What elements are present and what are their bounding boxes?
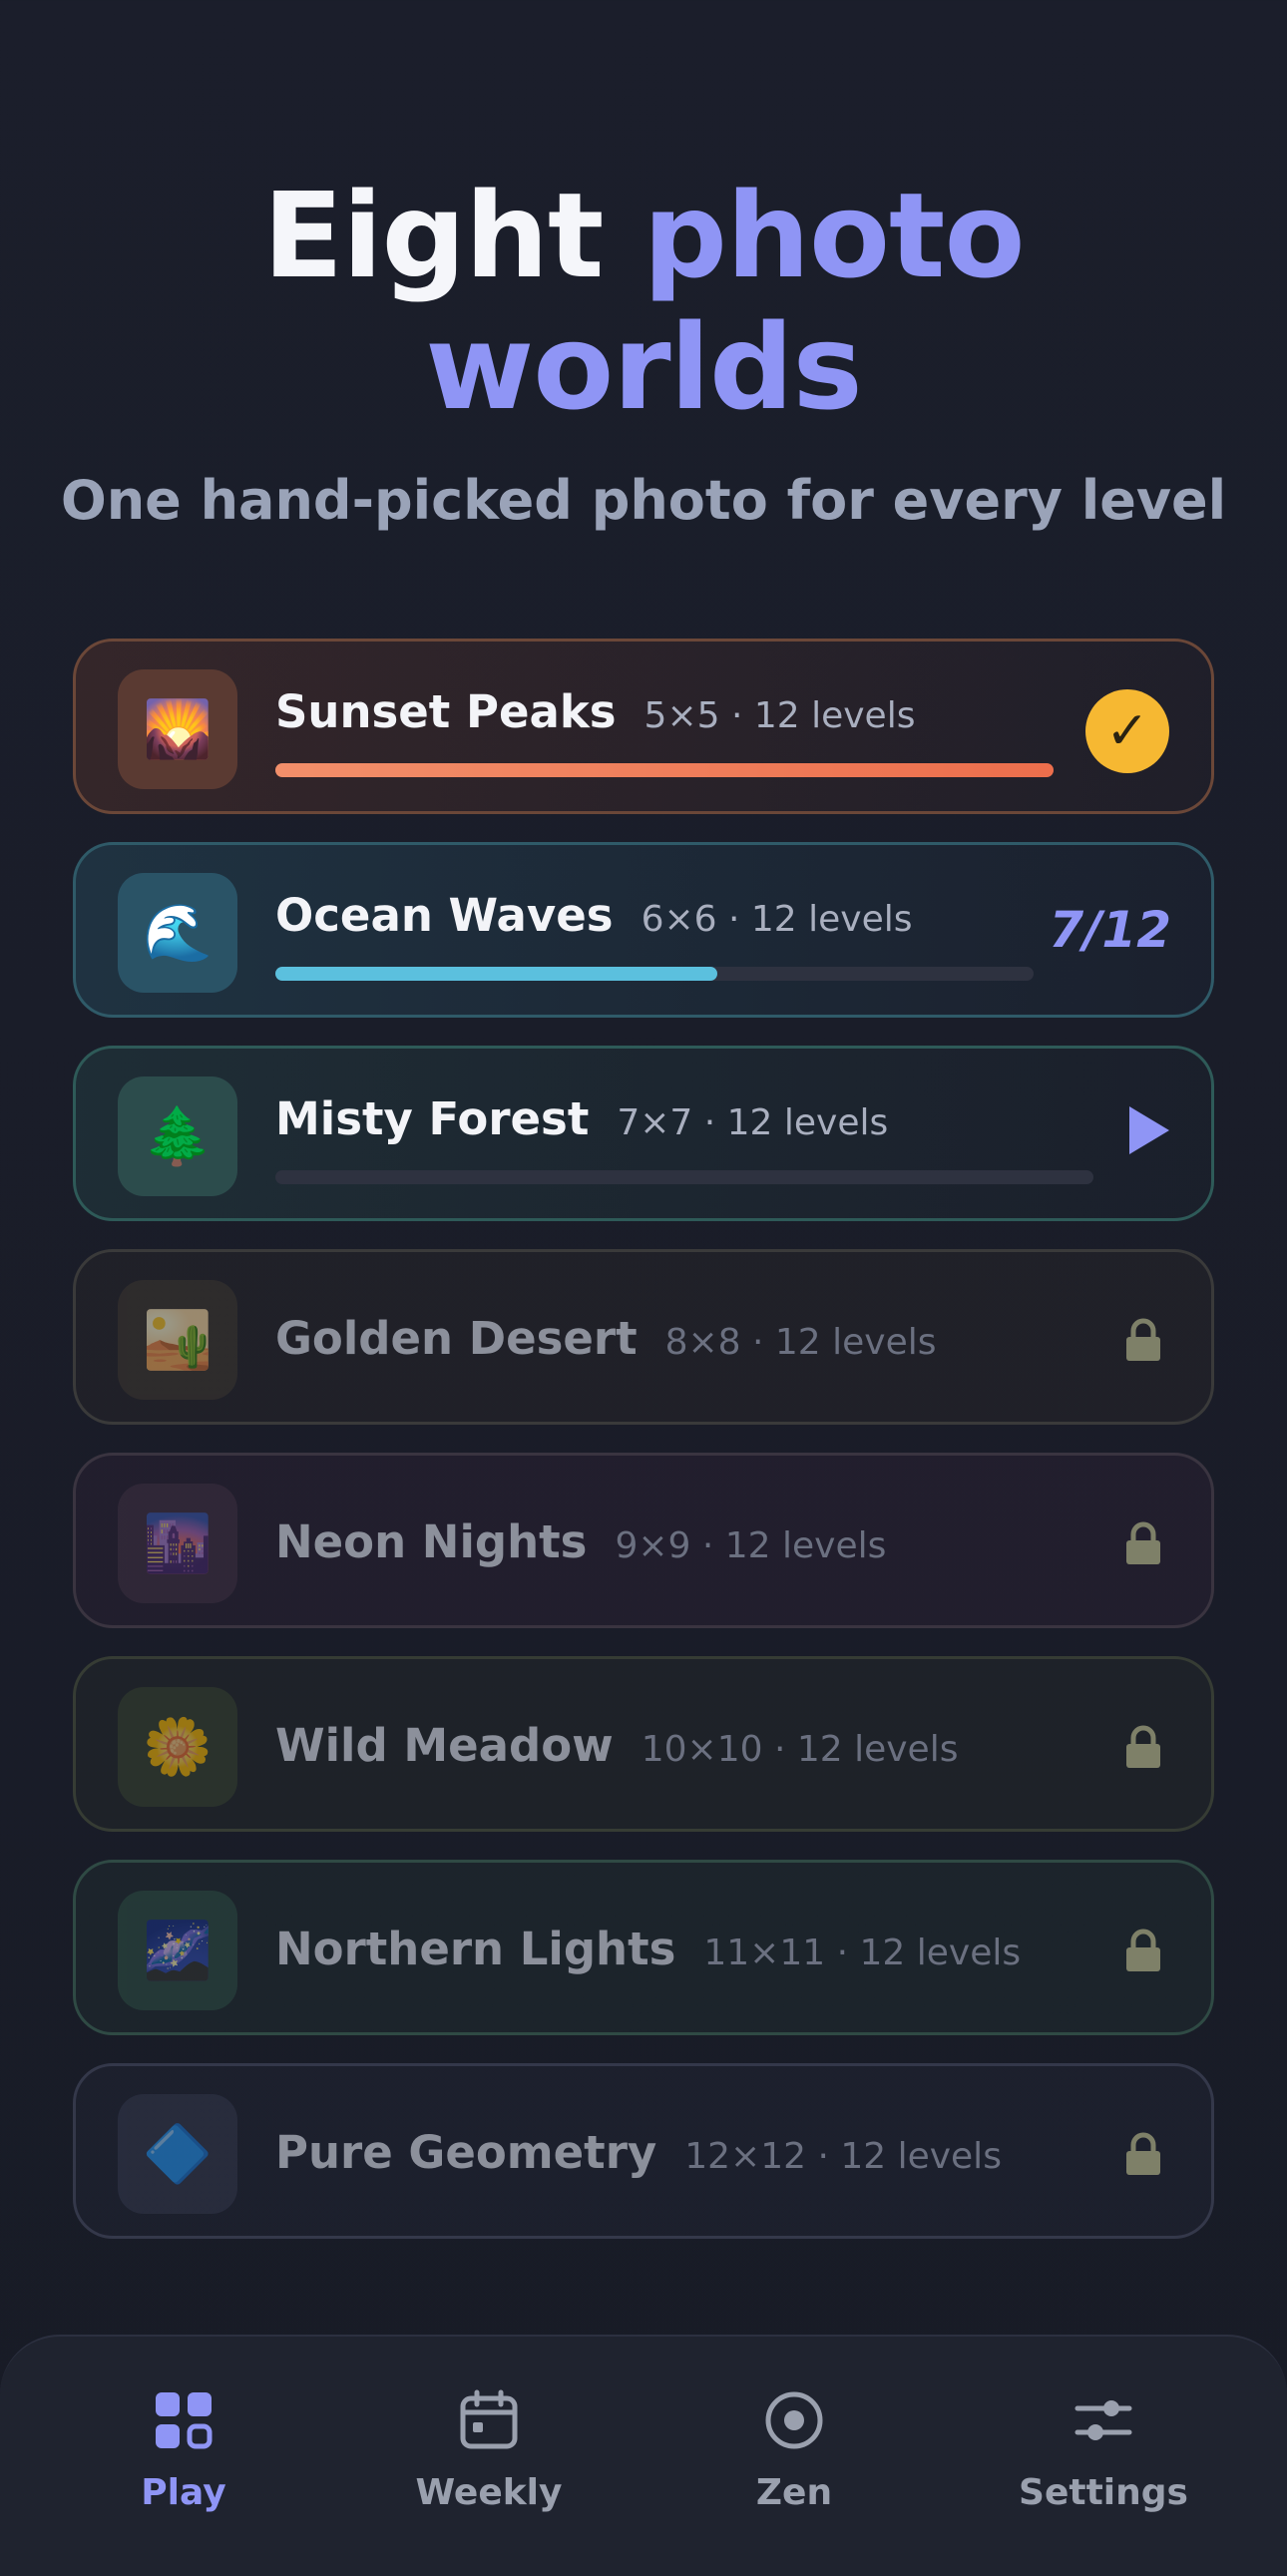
progress-bar	[275, 1170, 1093, 1184]
lock-icon	[1126, 1929, 1160, 1971]
world-name: Pure Geometry 12×12 · 12 levels	[275, 2126, 1002, 2179]
sunset-icon: 🌄	[143, 697, 213, 762]
lock-icon	[1126, 2132, 1160, 2175]
world-name: Golden Desert 8×8 · 12 levels	[275, 1312, 937, 1365]
progress-fill	[275, 967, 718, 981]
world-meta: 7×7 · 12 levels	[617, 1102, 889, 1143]
progress-bar	[275, 967, 1034, 981]
world-card-ocean-waves[interactable]: 🌊 Ocean Waves 6×6 · 12 levels 7/12	[73, 842, 1214, 1018]
flower-icon: 🌼	[143, 1715, 213, 1780]
diamond-icon: 🔷	[143, 2122, 213, 2187]
aurora-icon: 🌌	[143, 1919, 213, 1983]
world-card-pure-geometry[interactable]: 🔷 Pure Geometry 12×12 · 12 levels	[73, 2063, 1214, 2239]
world-name: Sunset Peaks 5×5 · 12 levels	[275, 685, 916, 738]
tab-label: Zen	[755, 2472, 833, 2513]
tab-weekly[interactable]: Weekly	[339, 2388, 639, 2513]
page-subtitle: One hand-picked photo for every level	[60, 469, 1227, 532]
world-name: Misty Forest 7×7 · 12 levels	[275, 1092, 889, 1145]
progress-count: 7/12	[1049, 901, 1171, 959]
world-meta: 6×6 · 12 levels	[641, 899, 913, 940]
world-name: Wild Meadow 10×10 · 12 levels	[275, 1719, 959, 1772]
progress-bar	[275, 763, 1054, 777]
world-card-misty-forest[interactable]: 🌲 Misty Forest 7×7 · 12 levels	[73, 1046, 1214, 1221]
tree-icon: 🌲	[143, 1104, 213, 1169]
world-card-wild-meadow[interactable]: 🌼 Wild Meadow 10×10 · 12 levels	[73, 1656, 1214, 1832]
world-meta: 10×10 · 12 levels	[641, 1729, 959, 1770]
tab-play[interactable]: Play	[34, 2388, 333, 2513]
wave-icon: 🌊	[143, 901, 213, 966]
world-meta: 9×9 · 12 levels	[615, 1525, 887, 1566]
world-card-northern-lights[interactable]: 🌌 Northern Lights 11×11 · 12 levels	[73, 1860, 1214, 2035]
tab-label: Play	[141, 2472, 226, 2513]
world-name: Ocean Waves 6×6 · 12 levels	[275, 889, 913, 942]
sliders-icon	[1074, 2400, 1132, 2440]
world-thumbnail: 🌆	[118, 1484, 237, 1603]
world-thumbnail: 🏜️	[118, 1280, 237, 1400]
world-thumbnail: 🌼	[118, 1687, 237, 1807]
world-thumbnail: 🌲	[118, 1076, 237, 1196]
tab-settings[interactable]: Settings	[954, 2388, 1253, 2513]
world-meta: 8×8 · 12 levels	[664, 1322, 937, 1363]
world-card-sunset-peaks[interactable]: 🌄 Sunset Peaks 5×5 · 12 levels ✓	[73, 639, 1214, 814]
world-thumbnail: 🌊	[118, 873, 237, 993]
completed-check-icon: ✓	[1085, 689, 1169, 773]
world-meta: 11×11 · 12 levels	[703, 1932, 1022, 1973]
page-title: Eight photo worlds	[0, 170, 1287, 433]
tab-label: Settings	[1019, 2472, 1188, 2513]
lock-icon	[1126, 1521, 1160, 1564]
play-icon[interactable]	[1129, 1106, 1169, 1154]
tab-zen[interactable]: Zen	[644, 2388, 944, 2513]
world-card-neon-nights[interactable]: 🌆 Neon Nights 9×9 · 12 levels	[73, 1453, 1214, 1628]
tab-label: Weekly	[415, 2472, 563, 2513]
world-name: Northern Lights 11×11 · 12 levels	[275, 1923, 1022, 1975]
grid-icon	[156, 2392, 213, 2449]
city-icon: 🌆	[143, 1511, 213, 1576]
world-card-golden-desert[interactable]: 🏜️ Golden Desert 8×8 · 12 levels	[73, 1249, 1214, 1425]
world-thumbnail: 🔷	[118, 2094, 237, 2214]
lock-icon	[1126, 1318, 1160, 1361]
bottom-tab-bar: Play Weekly Zen Settings	[0, 2335, 1287, 2576]
title-accent-worlds: worlds	[425, 298, 862, 436]
progress-fill	[275, 763, 1054, 777]
desert-icon: 🏜️	[143, 1308, 213, 1373]
world-meta: 5×5 · 12 levels	[644, 695, 916, 736]
world-thumbnail: 🌄	[118, 669, 237, 789]
calendar-icon	[460, 2389, 518, 2449]
world-name: Neon Nights 9×9 · 12 levels	[275, 1515, 887, 1568]
title-plain: Eight	[262, 167, 644, 304]
world-thumbnail: 🌌	[118, 1891, 237, 2010]
target-icon	[765, 2391, 823, 2449]
lock-icon	[1126, 1725, 1160, 1768]
title-accent-photo: photo	[643, 167, 1026, 304]
world-meta: 12×12 · 12 levels	[684, 2136, 1002, 2177]
